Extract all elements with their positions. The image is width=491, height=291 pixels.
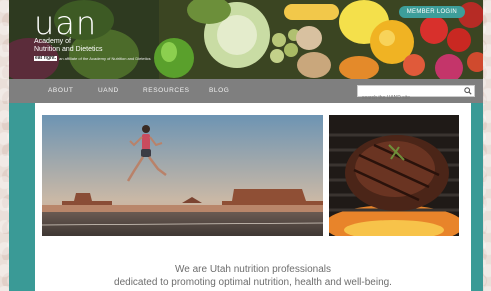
eat-right-badge: eat right.	[34, 55, 58, 61]
tagline: We are Utah nutrition professionals dedi…	[35, 263, 471, 289]
nav-item-uand[interactable]: UAND	[98, 87, 119, 94]
nav-item-resources[interactable]: RESOURCES	[143, 87, 190, 94]
runner-photo	[42, 115, 323, 236]
tagline-line-1: We are Utah nutrition professionals	[174, 264, 331, 275]
header-banner: uan Academy of Nutrition and Dietetics e…	[9, 0, 483, 79]
affiliate-line: eat right. an affiliate of the Academy o…	[34, 56, 151, 61]
main-nav: ABOUT UAND RESOURCES BLOG	[9, 79, 483, 103]
affiliate-text: an affiliate of the Academy of Nutrition…	[59, 56, 151, 61]
search-box	[357, 85, 475, 103]
nav-item-about[interactable]: ABOUT	[48, 87, 73, 94]
uand-logo[interactable]: uan Academy of Nutrition and Dietetics e…	[34, 4, 151, 61]
member-login-button[interactable]: MEMBER LOGIN	[398, 6, 465, 18]
logo-wordmark: uan	[34, 4, 98, 42]
nav-item-blog[interactable]: BLOG	[209, 87, 229, 94]
logo-line-2: Nutrition and Dietetics	[34, 46, 103, 53]
site-frame: uan Academy of Nutrition and Dietetics e…	[9, 0, 483, 291]
search-input[interactable]	[358, 93, 458, 103]
search-icon[interactable]	[464, 87, 472, 95]
main-content: We are Utah nutrition professionals dedi…	[35, 103, 471, 291]
tagline-line-2: dedicated to promoting optimal nutrition…	[114, 277, 392, 288]
grilled-steak-photo	[329, 115, 459, 236]
